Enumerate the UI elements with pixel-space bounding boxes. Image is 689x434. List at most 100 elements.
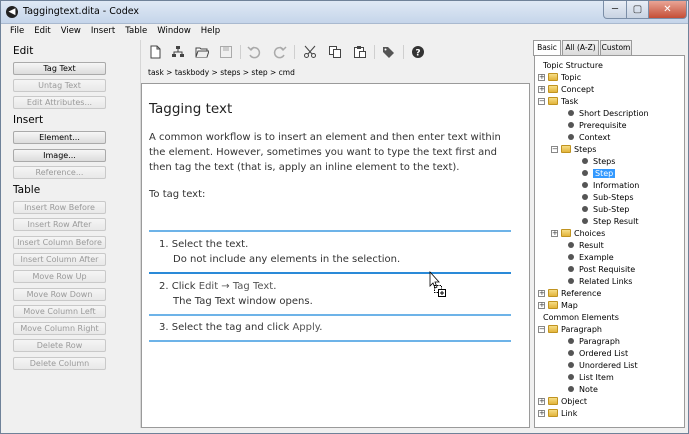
tree-item[interactable]: + Choices	[551, 227, 605, 239]
step-result[interactable]: The Tag Text window opens.	[159, 294, 313, 309]
insert-row-after-button[interactable]: Insert Row After	[13, 218, 106, 231]
tree-item[interactable]: Paragraph	[566, 335, 620, 347]
tags-icon[interactable]	[380, 43, 398, 61]
step-command[interactable]: Select the tag and click	[172, 322, 293, 333]
tree-item[interactable]: Related Links	[566, 275, 632, 287]
save-icon[interactable]	[217, 43, 235, 61]
step-command[interactable]: Select the text.	[172, 239, 249, 250]
tree-item[interactable]: Result	[566, 239, 604, 251]
tab-all-a-z[interactable]: All (A-Z)	[562, 40, 599, 55]
close-button[interactable]: ✕	[649, 1, 687, 19]
undo-icon[interactable]	[245, 43, 263, 61]
tree-item[interactable]: Information	[580, 179, 639, 191]
step-command[interactable]: Click	[172, 281, 199, 292]
menu-insert[interactable]: Insert	[86, 24, 120, 38]
tree-item[interactable]: Sub-Steps	[580, 191, 634, 203]
breadcrumb[interactable]: task > taskbody > steps > step > cmd	[148, 68, 295, 77]
step-info[interactable]: Do not include any elements in the selec…	[159, 252, 400, 267]
move-column-right-button[interactable]: Move Column Right	[13, 322, 106, 335]
tab-basic[interactable]: Basic	[533, 40, 561, 56]
tag-text-button[interactable]: Tag Text	[13, 62, 106, 75]
tree-item[interactable]: Example	[566, 251, 614, 263]
minimize-button[interactable]: ─	[603, 1, 627, 19]
expand-icon[interactable]: +	[538, 73, 545, 81]
tree-item[interactable]: Unordered List	[566, 359, 638, 371]
tree-item[interactable]: Ordered List	[566, 347, 628, 359]
collapse-icon[interactable]: −	[551, 145, 558, 153]
delete-row-button[interactable]: Delete Row	[13, 339, 106, 352]
copy-icon[interactable]	[326, 43, 344, 61]
edit-attributes-button[interactable]: Edit Attributes...	[13, 96, 106, 109]
tree-item[interactable]: Topic Structure	[543, 59, 603, 71]
expand-icon[interactable]: +	[538, 301, 545, 309]
element-tree[interactable]: Topic Structure + Topic + Concept − Task Short …	[534, 55, 685, 428]
app-icon[interactable]: ◀	[6, 6, 18, 18]
tree-item[interactable]: + Map	[538, 299, 578, 311]
tree-item[interactable]: Short Description	[566, 107, 649, 119]
maximize-button[interactable]: ▢	[627, 1, 649, 19]
context-text[interactable]: To tag text:	[149, 189, 205, 200]
redo-icon[interactable]	[271, 43, 289, 61]
tree-item[interactable]: − Paragraph	[538, 323, 602, 335]
step-3[interactable]: 3. Select the tag and click Apply.	[159, 320, 322, 335]
tab-custom[interactable]: Custom	[600, 40, 632, 55]
tree-item[interactable]: + Topic	[538, 71, 581, 83]
expand-icon[interactable]: +	[538, 397, 545, 405]
uicontrol[interactable]: Apply	[292, 322, 319, 333]
move-row-up-button[interactable]: Move Row Up	[13, 270, 106, 283]
menu-view[interactable]: View	[56, 24, 86, 38]
delete-column-button[interactable]: Delete Column	[13, 357, 106, 370]
move-row-down-button[interactable]: Move Row Down	[13, 288, 106, 301]
tree-item[interactable]: Note	[566, 383, 598, 395]
tree-item[interactable]: Step	[580, 167, 616, 179]
insert-column-after-button[interactable]: Insert Column After	[13, 253, 106, 266]
step-1[interactable]: 1. Select the text. Do not include any e…	[159, 237, 400, 267]
insert-element-button[interactable]: Element...	[13, 131, 106, 144]
tree-item[interactable]: Post Requisite	[566, 263, 635, 275]
new-file-icon[interactable]	[146, 43, 164, 61]
title-bar[interactable]: ◀ Taggingtext.dita - Codex ─ ▢ ✕	[1, 1, 688, 24]
tree-item[interactable]: List Item	[566, 371, 614, 383]
menu-table[interactable]: Table	[120, 24, 152, 38]
topic-title[interactable]: Tagging text	[149, 101, 232, 117]
tree-item[interactable]: Step Result	[580, 215, 638, 227]
menu-help[interactable]: Help	[196, 24, 225, 38]
move-column-left-button[interactable]: Move Column Left	[13, 305, 106, 318]
insert-reference-button[interactable]: Reference...	[13, 166, 106, 179]
step-2[interactable]: 2. Click Edit → Tag Text. The Tag Text w…	[159, 279, 313, 309]
collapse-icon[interactable]: −	[538, 325, 545, 333]
tree-item[interactable]: − Steps	[551, 143, 596, 155]
editor-pane[interactable]: Tagging text A common workflow is to ins…	[141, 83, 530, 428]
expand-icon[interactable]: +	[538, 409, 545, 417]
tree-item[interactable]: Prerequisite	[566, 119, 627, 131]
expand-icon[interactable]: +	[538, 289, 545, 297]
tree-item[interactable]: Common Elements	[543, 311, 619, 323]
tree-item[interactable]: + Concept	[538, 83, 594, 95]
menu-file[interactable]: File	[1, 24, 29, 38]
tree-item[interactable]: Context	[566, 131, 610, 143]
help-icon[interactable]: ?	[409, 43, 427, 61]
tree-item[interactable]: + Reference	[538, 287, 601, 299]
insert-image-button[interactable]: Image...	[13, 149, 106, 162]
tree-item[interactable]: + Link	[538, 407, 577, 419]
tree-item-label: Concept	[561, 84, 595, 94]
expand-icon[interactable]: +	[538, 85, 545, 93]
tree-item[interactable]: Steps	[580, 155, 615, 167]
insert-row-before-button[interactable]: Insert Row Before	[13, 201, 106, 214]
uicontrol[interactable]: Edit → Tag Text	[199, 281, 273, 292]
step-separator	[149, 314, 511, 316]
topic-paragraph[interactable]: A common workflow is to insert an elemen…	[149, 130, 509, 175]
tree-item[interactable]: Sub-Step	[580, 203, 629, 215]
cut-icon[interactable]	[301, 43, 319, 61]
menu-edit[interactable]: Edit	[29, 24, 55, 38]
tree-item[interactable]: − Task	[538, 95, 578, 107]
tree-item[interactable]: + Object	[538, 395, 587, 407]
menu-window[interactable]: Window	[152, 24, 196, 38]
collapse-icon[interactable]: −	[538, 97, 545, 105]
structure-icon[interactable]	[169, 43, 187, 61]
expand-icon[interactable]: +	[551, 229, 558, 237]
paste-icon[interactable]	[351, 43, 369, 61]
insert-column-before-button[interactable]: Insert Column Before	[13, 236, 106, 249]
untag-text-button[interactable]: Untag Text	[13, 79, 106, 92]
open-folder-icon[interactable]	[193, 43, 211, 61]
